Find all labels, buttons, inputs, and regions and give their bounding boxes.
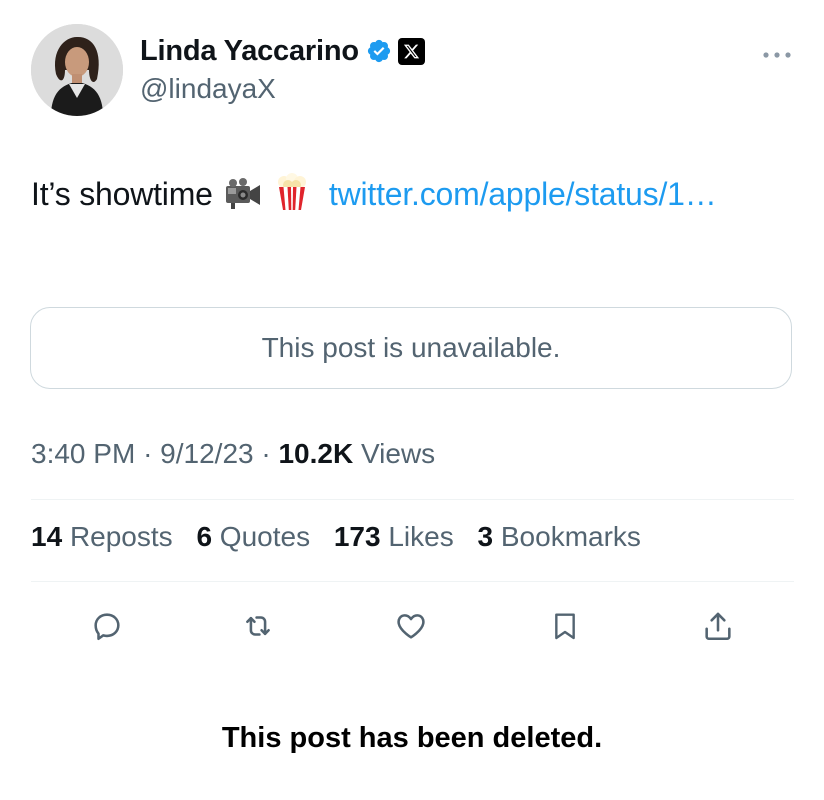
stat-likes[interactable]: 173 Likes xyxy=(334,521,454,552)
more-options-icon[interactable] xyxy=(762,46,792,58)
popcorn-icon xyxy=(274,173,310,226)
views-count: 10.2K xyxy=(278,438,354,469)
post-meta: 3:40 PM · 9/12/23 · 10.2K Views xyxy=(31,438,435,470)
stat-quotes[interactable]: 6 Quotes xyxy=(196,521,310,552)
unavailable-quote-card: This post is unavailable. xyxy=(30,307,792,389)
display-name[interactable]: Linda Yaccarino xyxy=(140,35,359,68)
engagement-stats: 14 Reposts 6 Quotes 173 Likes 3 Bookmark… xyxy=(31,521,657,553)
avatar[interactable] xyxy=(31,24,123,116)
post-date[interactable]: 9/12/23 xyxy=(160,438,253,469)
repost-icon[interactable] xyxy=(238,606,278,646)
share-icon[interactable] xyxy=(698,606,738,646)
unavailable-notice: This post is unavailable. xyxy=(261,332,561,363)
divider xyxy=(31,499,794,500)
meta-separator: · xyxy=(143,438,153,469)
stat-bookmarks[interactable]: 3 Bookmarks xyxy=(478,521,641,552)
like-icon[interactable] xyxy=(391,606,431,646)
verified-badge-icon[interactable] xyxy=(366,38,392,64)
post-time[interactable]: 3:40 PM xyxy=(31,438,135,469)
views-label: Views xyxy=(360,438,436,469)
handle[interactable]: @lindayaX xyxy=(140,73,425,105)
post-text: It’s showtime twitter.com/apple/status/1… xyxy=(31,168,801,226)
deleted-notice: This post has been deleted. xyxy=(221,722,603,754)
action-bar xyxy=(0,606,824,646)
meta-separator: · xyxy=(261,438,271,469)
x-logo-icon[interactable] xyxy=(397,37,425,65)
post-card: Linda Yaccarino @lindayaX It’s showtime xyxy=(0,0,824,800)
bookmark-icon[interactable] xyxy=(545,606,585,646)
divider xyxy=(31,581,794,582)
name-row: Linda Yaccarino xyxy=(140,31,425,71)
movie-camera-icon xyxy=(223,174,263,226)
post-link[interactable]: twitter.com/apple/status/1… xyxy=(329,176,717,212)
post-body: It’s showtime xyxy=(31,176,213,212)
author-block: Linda Yaccarino @lindayaX xyxy=(140,31,425,105)
stat-reposts[interactable]: 14 Reposts xyxy=(31,521,173,552)
reply-icon[interactable] xyxy=(87,606,127,646)
